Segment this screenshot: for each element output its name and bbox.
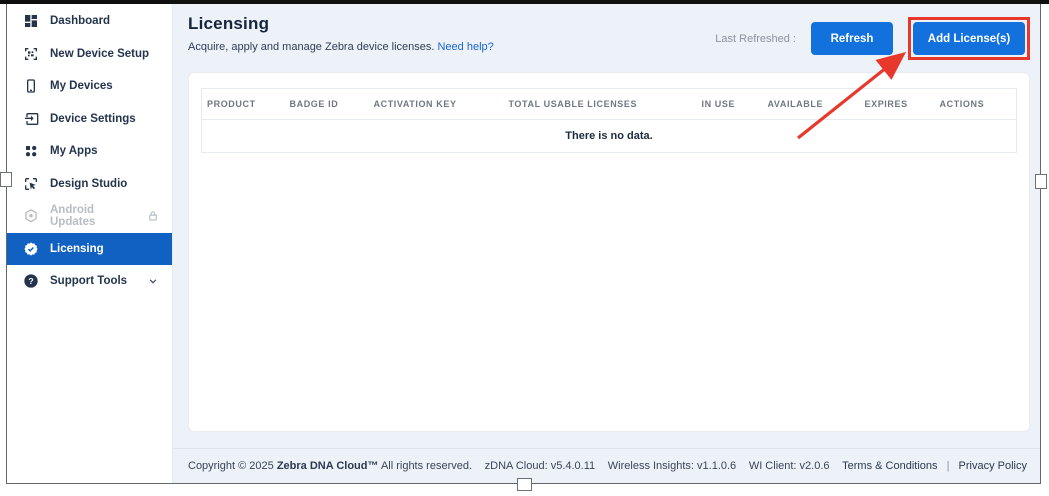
column-header-product: PRODUCT: [202, 89, 285, 120]
dashboard-icon: [22, 13, 39, 30]
sidebar: Dashboard New Device Setup My Devices De…: [7, 4, 173, 483]
last-refreshed-label: Last Refreshed :: [715, 33, 796, 45]
column-header-actions: ACTIONS: [935, 89, 1017, 120]
resize-handle-right[interactable]: [1035, 174, 1047, 189]
sidebar-item-licensing[interactable]: Licensing: [7, 233, 172, 266]
sidebar-item-label: My Apps: [50, 145, 98, 157]
need-help-link[interactable]: Need help?: [437, 41, 493, 53]
sidebar-item-dashboard[interactable]: Dashboard: [7, 5, 172, 38]
license-badge-icon: [22, 240, 39, 257]
subtitle-text: Acquire, apply and manage Zebra device l…: [188, 41, 434, 53]
screenshot-canvas: Dashboard New Device Setup My Devices De…: [0, 0, 1049, 496]
column-header-expires: EXPIRES: [860, 89, 935, 120]
brand-name: Zebra DNA Cloud™: [277, 460, 379, 472]
refresh-button[interactable]: Refresh: [811, 22, 893, 55]
sidebar-item-my-devices[interactable]: My Devices: [7, 70, 172, 103]
sidebar-item-label: Licensing: [50, 243, 104, 255]
sidebar-item-label: Dashboard: [50, 15, 110, 27]
annotation-red-box: Add License(s): [908, 17, 1030, 60]
sidebar-item-label: Support Tools: [50, 275, 127, 287]
sidebar-item-label: Device Settings: [50, 113, 136, 125]
sidebar-item-support-tools[interactable]: ? Support Tools: [7, 265, 172, 298]
sidebar-item-label: My Devices: [50, 80, 113, 92]
table-header-row: PRODUCT BADGE ID ACTIVATION KEY TOTAL US…: [202, 89, 1017, 120]
wireless-insights-version: Wireless Insights: v1.1.0.6: [608, 460, 736, 472]
zdna-version: zDNA Cloud: v5.4.0.11: [485, 460, 595, 472]
main-content: Licensing Acquire, apply and manage Zebr…: [173, 4, 1040, 483]
empty-state-row: There is no data.: [202, 120, 1017, 153]
svg-text:?: ?: [28, 276, 33, 286]
add-licenses-button[interactable]: Add License(s): [913, 22, 1025, 55]
device-input-icon: [22, 110, 39, 127]
sidebar-item-device-settings[interactable]: Device Settings: [7, 103, 172, 136]
app-window: Dashboard New Device Setup My Devices De…: [6, 4, 1041, 484]
android-updates-icon: [22, 208, 39, 225]
column-header-total-usable-licenses: TOTAL USABLE LICENSES: [504, 89, 697, 120]
column-header-in-use: IN USE: [697, 89, 763, 120]
selection-top-border: [0, 0, 1049, 4]
design-cursor-icon: [22, 175, 39, 192]
header-actions: Last Refreshed : Refresh Add License(s): [715, 17, 1030, 60]
page-header: Licensing Acquire, apply and manage Zebr…: [173, 4, 1040, 72]
sidebar-item-label: Android Updates: [50, 204, 135, 228]
wi-client-version: WI Client: v2.0.6: [749, 460, 830, 472]
column-header-activation-key: ACTIVATION KEY: [369, 89, 504, 120]
sidebar-item-design-studio[interactable]: Design Studio: [7, 168, 172, 201]
app-footer: Copyright © 2025 Zebra DNA Cloud™ All ri…: [173, 448, 1040, 483]
links-separator: |: [947, 460, 950, 472]
sidebar-item-label: New Device Setup: [50, 48, 149, 60]
resize-handle-bottom[interactable]: [517, 478, 532, 491]
copyright-suffix: All rights reserved.: [381, 460, 472, 472]
help-circle-icon: ?: [22, 273, 39, 290]
qr-scan-icon: [22, 45, 39, 62]
apps-grid-icon: [22, 143, 39, 160]
sidebar-item-new-device-setup[interactable]: New Device Setup: [7, 38, 172, 71]
copyright-prefix: Copyright © 2025: [188, 460, 274, 472]
terms-and-conditions-link[interactable]: Terms & Conditions: [842, 460, 937, 472]
sidebar-item-label: Design Studio: [50, 178, 127, 190]
lock-icon: [146, 209, 160, 223]
chevron-down-icon[interactable]: [146, 274, 160, 288]
footer-links: Terms & Conditions | Privacy Policy: [842, 460, 1027, 472]
smartphone-icon: [22, 78, 39, 95]
empty-state-message: There is no data.: [202, 120, 1017, 153]
licenses-card: PRODUCT BADGE ID ACTIVATION KEY TOTAL US…: [188, 72, 1030, 432]
sidebar-item-my-apps[interactable]: My Apps: [7, 135, 172, 168]
licenses-table: PRODUCT BADGE ID ACTIVATION KEY TOTAL US…: [201, 88, 1017, 153]
column-header-badge-id: BADGE ID: [285, 89, 369, 120]
sidebar-item-android-updates: Android Updates: [7, 200, 172, 233]
privacy-policy-link[interactable]: Privacy Policy: [959, 460, 1027, 472]
copyright-text: Copyright © 2025 Zebra DNA Cloud™ All ri…: [188, 460, 472, 472]
resize-handle-left[interactable]: [0, 172, 12, 187]
column-header-available: AVAILABLE: [763, 89, 860, 120]
